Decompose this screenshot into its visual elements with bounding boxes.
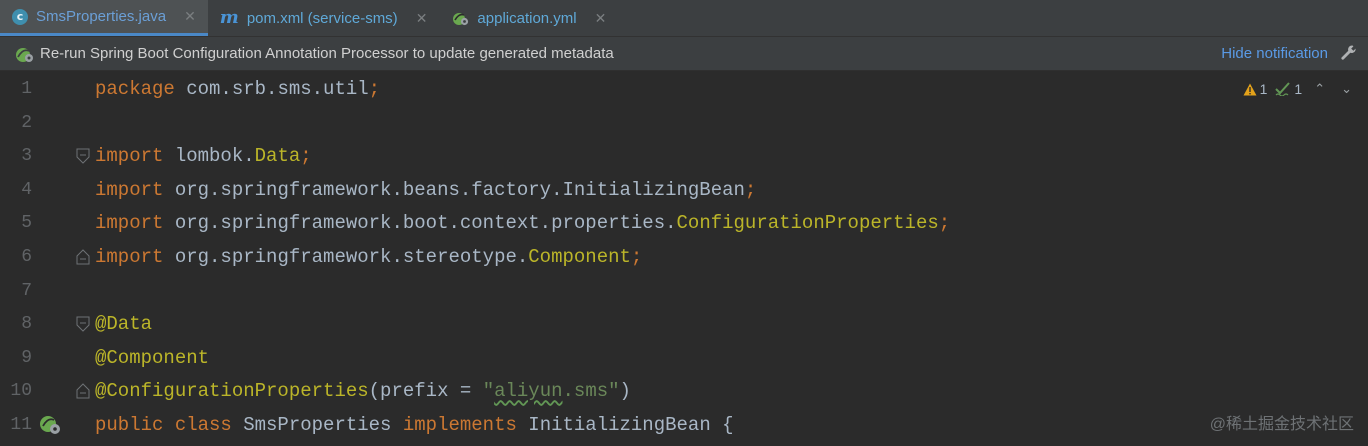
line-number: 1 [21, 79, 32, 99]
code-token: ; [368, 78, 381, 100]
code-token: ; [630, 246, 643, 268]
notification-text: Re-run Spring Boot Configuration Annotat… [40, 45, 614, 62]
code-token: import [95, 178, 164, 201]
line-number: 7 [21, 280, 32, 301]
inspection-widget: 1 1 ⌃ ⌄ [1243, 79, 1356, 99]
code-token: Component [528, 246, 631, 268]
tab-label: application.yml [477, 9, 577, 27]
checkmark-typo-icon [1275, 82, 1291, 96]
code-token: implements [402, 414, 517, 436]
code-token: org.springframework.beans.factory.Initia… [163, 178, 745, 201]
line-number: 10 [10, 381, 32, 402]
code-token: @Data [95, 313, 153, 336]
code-token: aliyun [494, 380, 563, 403]
java-class-icon: c [12, 8, 28, 25]
spring-boot-icon [16, 47, 33, 62]
code-text: @Component [95, 341, 209, 375]
code-line[interactable]: 7 [0, 274, 1368, 308]
code-token: ; [744, 178, 757, 201]
previous-highlight-icon[interactable]: ⌃ [1310, 81, 1329, 97]
wrench-icon[interactable] [1340, 44, 1358, 62]
code-token: @ConfigurationProperties [95, 380, 369, 403]
code-editor[interactable]: 11 public class SmsProperties implements … [0, 71, 1368, 446]
code-token: ConfigurationProperties [676, 212, 939, 235]
fold-end-icon[interactable] [76, 249, 90, 265]
code-token: import [95, 212, 164, 235]
code-text: @ConfigurationProperties(prefix = "aliyu… [95, 374, 631, 408]
warnings-count: 1 [1259, 81, 1268, 97]
code-line[interactable]: 3 import lombok.Data; [0, 139, 1368, 173]
code-token: SmsProperties [231, 414, 403, 436]
code-token: import [95, 246, 164, 268]
code-token: ; [300, 145, 312, 168]
line-number: 6 [21, 247, 32, 267]
maven-icon: m [219, 7, 239, 28]
code-token: lombok. [163, 145, 255, 168]
code-token: import [95, 145, 164, 168]
code-text: package com.srb.sms.util; [95, 72, 380, 106]
line-number: 11 [10, 415, 32, 435]
weak-warnings-indicator[interactable]: 1 [1275, 81, 1302, 97]
fold-collapse-icon[interactable] [76, 316, 90, 332]
code-token: ; [938, 212, 951, 235]
code-text: import org.springframework.boot.context.… [95, 206, 950, 240]
code-line[interactable]: 9 @Component [0, 341, 1368, 375]
code-token: @Component [95, 346, 210, 369]
code-token: ) [619, 380, 631, 403]
code-text: public class SmsProperties implements In… [95, 408, 734, 442]
weak-warnings-count: 1 [1294, 81, 1303, 97]
code-line[interactable]: 10 @ConfigurationProperties(prefix = "ali… [0, 374, 1368, 408]
line-number: 4 [21, 179, 32, 200]
warning-icon [1243, 83, 1257, 95]
line-number: 8 [21, 314, 32, 335]
code-token: com.srb.sms.util [174, 78, 369, 100]
code-line[interactable]: 4 import org.springframework.beans.factor… [0, 173, 1368, 207]
code-token: org.springframework.boot.context.propert… [163, 212, 677, 235]
code-line[interactable]: 2 [0, 106, 1368, 140]
code-token: " [482, 380, 495, 403]
fold-end-icon[interactable] [76, 383, 90, 399]
code-line[interactable]: 8 @Data [0, 307, 1368, 341]
spring-bean-icon[interactable] [38, 414, 62, 436]
line-number: 3 [21, 146, 32, 167]
tab-label: pom.xml (service-sms) [246, 9, 398, 27]
line-number: 5 [21, 213, 32, 234]
code-token: org.springframework.stereotype. [163, 246, 529, 268]
tab-pom-xml[interactable]: m pom.xml (service-sms) ✕ [208, 0, 440, 36]
tab-smsproperties-java[interactable]: c SmsProperties.java ✕ [0, 0, 208, 36]
code-token: package [95, 78, 175, 100]
code-token: (prefix = [368, 380, 483, 403]
code-token: InitializingBean { [516, 414, 734, 436]
spring-yml-icon [453, 13, 469, 26]
line-number: 2 [21, 112, 32, 133]
close-icon[interactable]: ✕ [595, 10, 607, 27]
warnings-indicator[interactable]: 1 [1243, 81, 1268, 97]
close-icon[interactable]: ✕ [416, 10, 428, 27]
code-line[interactable]: 6 import org.springframework.stereotype.C… [0, 240, 1368, 274]
notification-banner: Re-run Spring Boot Configuration Annotat… [0, 37, 1368, 71]
next-highlight-icon[interactable]: ⌄ [1337, 81, 1356, 97]
code-token: .sms" [562, 380, 620, 403]
line-number: 9 [21, 347, 32, 368]
code-text: import lombok.Data; [95, 139, 312, 173]
code-token: public class [95, 414, 232, 436]
watermark: @稀土掘金技术社区 [1209, 416, 1354, 433]
tab-label: SmsProperties.java [36, 8, 167, 25]
code-line[interactable]: 5 import org.springframework.boot.context… [0, 206, 1368, 240]
code-line[interactable]: 1 package com.srb.sms.util; [0, 72, 1368, 106]
tab-application-yml[interactable]: application.yml ✕ [439, 0, 618, 36]
fold-collapse-icon[interactable] [76, 148, 90, 164]
code-token: Data [254, 145, 301, 168]
hide-notification-link[interactable]: Hide notification [1221, 45, 1328, 62]
close-icon[interactable]: ✕ [184, 8, 196, 25]
code-text: import org.springframework.stereotype.Co… [95, 240, 642, 274]
code-line[interactable]: 11 public class SmsProperties implements … [0, 408, 1368, 442]
code-text: import org.springframework.beans.factory… [95, 173, 756, 207]
code-text: @Data [95, 307, 152, 341]
editor-tab-bar: c SmsProperties.java ✕ m pom.xml (servic… [0, 0, 1368, 37]
